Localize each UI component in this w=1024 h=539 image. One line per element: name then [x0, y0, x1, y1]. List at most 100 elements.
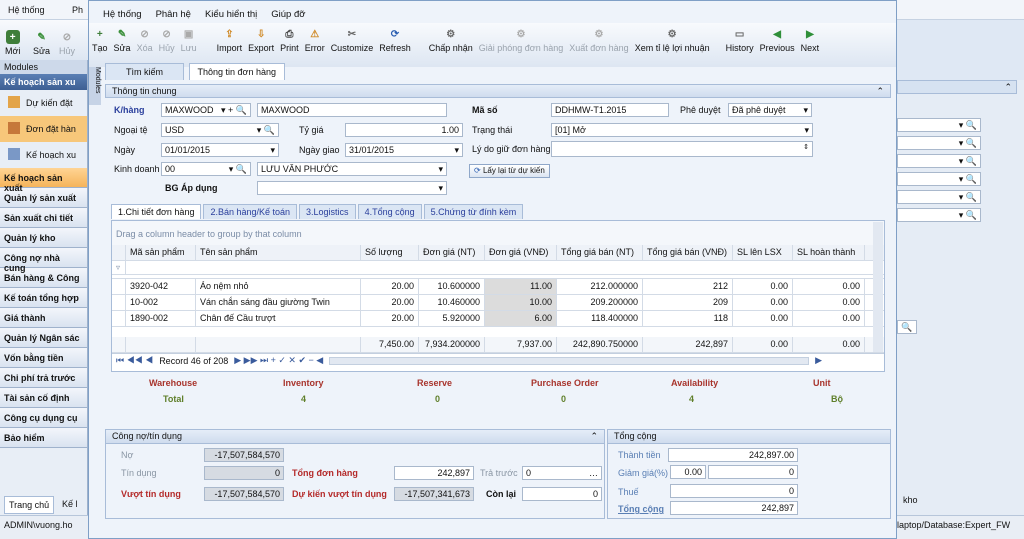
table-cell[interactable]: Chân đế Cầu trượt [196, 311, 361, 326]
column-header[interactable]: Tổng giá bán (NT) [557, 245, 643, 260]
price-list-input[interactable]: ▾ [257, 181, 447, 195]
sidebar-module-item[interactable]: Chi phí trả trước [0, 368, 87, 388]
table-cell[interactable]: 0.00 [793, 311, 865, 326]
toolbar-button-l-u[interactable]: ▣ Lưu [178, 23, 200, 54]
table-cell[interactable]: 10-002 [126, 295, 196, 310]
column-header[interactable]: SL hoàn thành [793, 245, 865, 260]
grand-total-value[interactable]: 242,897 [670, 501, 798, 515]
sidebar-module-item[interactable]: Công cụ dụng cụ [0, 408, 87, 428]
table-row[interactable]: 10-002 Ván chắn sáng đầu giường Twin 20.00… [112, 295, 884, 311]
table-cell[interactable]: 212 [643, 279, 733, 294]
table-cell[interactable]: 20.00 [361, 295, 419, 310]
currency-input[interactable]: USD ▾ 🔍 [161, 123, 279, 137]
discount-pct-input[interactable]: 0.00 [670, 465, 706, 479]
tab-ke[interactable]: Kế l [58, 496, 82, 512]
table-row[interactable]: 1890-002 Chân đế Cầu trượt 20.00 5.920000 6.… [112, 311, 884, 327]
table-cell[interactable]: 0.00 [733, 295, 793, 310]
reload-forecast-button[interactable]: ⟳ Lấy lại từ dự kiến [469, 164, 550, 178]
collapse-icon[interactable]: ⌃ [1004, 82, 1012, 93]
sales-name-input[interactable]: LƯU VĂN PHƯỚC ▾ [257, 162, 447, 176]
detail-tab[interactable]: 4.Tổng cộng [357, 204, 422, 219]
tax-value[interactable]: 0 [670, 484, 798, 498]
sidebar-module-item[interactable]: Kế toán tổng hợp [0, 288, 87, 308]
table-cell[interactable]: 20.00 [361, 279, 419, 294]
sub-item-don-dat-hang[interactable]: Đơn đặt hàn [0, 116, 87, 142]
toolbar-button-xu-t-n-h-ng[interactable]: ⚙ Xuất đơn hàng [566, 23, 631, 54]
sidebar-module-item[interactable]: Quản lý Ngân sác [0, 328, 87, 348]
sidebar-module-item[interactable]: Công nợ nhà cung [0, 248, 87, 273]
date-input[interactable]: 01/01/2015 ▾ [161, 143, 279, 157]
status-select[interactable]: [01] Mở ▾ [551, 123, 813, 137]
cancel-button[interactable]: ⊘ Hủy [56, 26, 78, 57]
toolbar-button-export[interactable]: ⇩ Export [245, 23, 277, 54]
remaining-value[interactable]: 0 [522, 487, 602, 501]
table-row[interactable]: 3920-042 Áo nệm nhỏ 20.00 10.600000 11.00 212… [112, 279, 884, 295]
customer-name-input[interactable]: MAXWOOD [257, 103, 447, 117]
table-cell[interactable]: 6.00 [485, 311, 557, 326]
toolbar-button-ch-p-nh-n[interactable]: ⚙ Chấp nhận [426, 23, 476, 54]
sidebar-module-item[interactable]: Vốn bằng tiền [0, 348, 87, 368]
column-header[interactable]: Đơn giá (VNĐ) [485, 245, 557, 260]
sales-code-input[interactable]: 00 ▾ 🔍 [161, 162, 251, 176]
new-button[interactable]: + Mới [2, 26, 23, 56]
modules-vertical-tab[interactable]: Modules [89, 67, 101, 105]
table-cell[interactable]: 0.00 [793, 279, 865, 294]
table-cell[interactable]: 118 [643, 311, 733, 326]
table-cell[interactable]: 10.00 [485, 295, 557, 310]
sub-item-ke-hoach[interactable]: Kế hoạch xu [0, 142, 87, 168]
collapse-icon[interactable]: ⌃ [876, 86, 884, 97]
table-cell[interactable]: 10.600000 [419, 279, 485, 294]
column-header[interactable]: Mã sản phẩm [126, 245, 196, 260]
table-cell[interactable]: 212.000000 [557, 279, 643, 294]
table-cell[interactable]: 209.200000 [557, 295, 643, 310]
table-cell[interactable]: 118.400000 [557, 311, 643, 326]
tab-order-info[interactable]: Thông tin đơn hàng [188, 63, 285, 80]
table-cell[interactable]: 11.00 [485, 279, 557, 294]
toolbar-button-gi-i-ph-ng-n-h-ng[interactable]: ⚙ Giải phóng đơn hàng [476, 23, 566, 54]
toolbar-button-t-o[interactable]: + Tạo [89, 23, 111, 54]
toolbar-button-customize[interactable]: ✂ Customize [328, 23, 377, 54]
delivery-date-input[interactable]: 31/01/2015 ▾ [345, 143, 463, 157]
table-cell[interactable]: 0.00 [733, 279, 793, 294]
toolbar-button-next[interactable]: ▶ Next [798, 23, 823, 54]
edit-button[interactable]: ✎ Sửa [30, 26, 53, 57]
column-header[interactable]: Số lượng [361, 245, 419, 260]
sidebar-module-item[interactable]: Tài sản cố định [0, 388, 87, 408]
order-total-value[interactable]: 242,897 [394, 466, 474, 480]
detail-tab[interactable]: 3.Logistics [299, 204, 356, 219]
sidebar-module-item[interactable]: Bảo hiểm [0, 428, 87, 448]
column-header[interactable]: Tổng giá bán (VNĐ) [643, 245, 733, 260]
hold-reason-input[interactable]: ⇕ [551, 141, 813, 157]
table-cell[interactable]: 5.920000 [419, 311, 485, 326]
approval-select[interactable]: Đã phê duyệt ▾ [728, 103, 812, 117]
right-select-input[interactable]: ▾ 🔍 [897, 172, 981, 186]
detail-tab[interactable]: 2.Bán hàng/Kế toán [203, 204, 298, 219]
scroll-right-icon[interactable]: ▶ [815, 355, 822, 366]
exchange-rate-input[interactable]: 1.00 [345, 123, 463, 137]
toolbar-button-xem-t-l-l-i-nhu-n[interactable]: ⚙ Xem tỉ lệ lợi nhuận [632, 23, 713, 54]
table-cell[interactable]: Ván chắn sáng đầu giường Twin [196, 295, 361, 310]
nav-first-icon[interactable]: ⏮ ◀◀ ◀ [116, 355, 153, 366]
sub-item-du-kien[interactable]: Dự kiến đặt [0, 90, 87, 116]
table-cell[interactable]: 0.00 [793, 295, 865, 310]
toolbar-button-print[interactable]: ⎙ Print [277, 23, 302, 54]
table-cell[interactable]: Áo nệm nhỏ [196, 279, 361, 294]
toolbar-button-h-y[interactable]: ⊘ Hủy [156, 23, 178, 54]
toolbar-button-refresh[interactable]: ⟳ Refresh [376, 23, 414, 54]
discount-value[interactable]: 0 [708, 465, 798, 479]
prepaid-input[interactable]: 0… [522, 466, 602, 480]
nav-next-icon[interactable]: ▶ ▶▶ ⏭ + ✓ ✕ ✔ − ◀ [234, 355, 323, 366]
table-cell[interactable]: 3920-042 [126, 279, 196, 294]
menu-phan-he[interactable]: Ph [72, 5, 83, 15]
subtotal-value[interactable]: 242,897.00 [668, 448, 798, 462]
sidebar-module-item[interactable]: Giá thành [0, 308, 87, 328]
sidebar-module-item[interactable]: Quản lý kho [0, 228, 87, 248]
toolbar-button-import[interactable]: ⇪ Import [214, 23, 246, 54]
sidebar-module-item[interactable]: Sản xuất chi tiết [0, 208, 87, 228]
right-search-input[interactable]: 🔍 [897, 320, 917, 334]
toolbar-button-x-a[interactable]: ⊘ Xóa [134, 23, 156, 54]
column-header[interactable]: Tên sản phẩm [196, 245, 361, 260]
customer-code-input[interactable]: MAXWOOD ▾ + 🔍 [161, 103, 251, 117]
menu-he-thong[interactable]: Hệ thống [8, 5, 45, 15]
right-select-input[interactable]: ▾ 🔍 [897, 136, 981, 150]
